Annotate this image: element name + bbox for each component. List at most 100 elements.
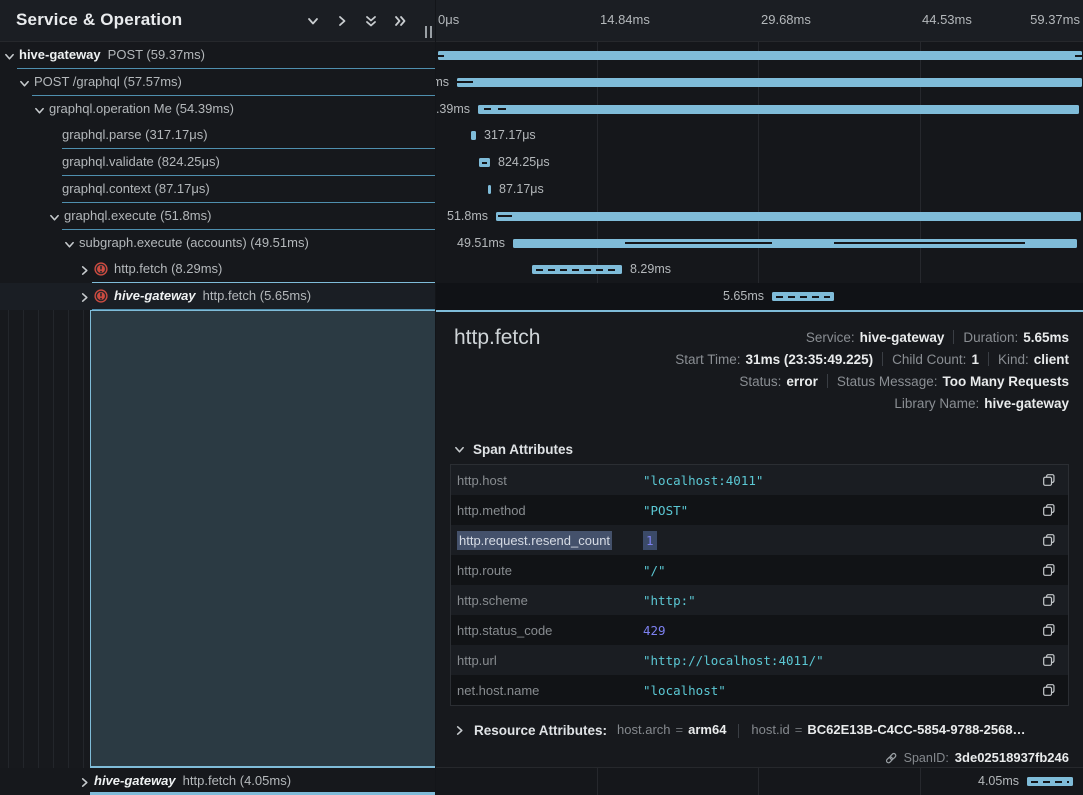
meta-value: hive-gateway (984, 396, 1069, 411)
attribute-row[interactable]: http.status_code429 (451, 615, 1068, 645)
attribute-key: http.url (457, 653, 643, 668)
attribute-row[interactable]: http.url"http://localhost:4011/" (451, 645, 1068, 675)
copy-icon[interactable] (1036, 527, 1062, 553)
span-tree-row[interactable]: hive-gatewayPOST (59.37ms) (0, 42, 435, 69)
attribute-key-text: http.host (457, 473, 507, 488)
span-tree-row[interactable]: graphql.validate (824.25μs) (0, 149, 435, 176)
span-duration-bar[interactable] (471, 131, 476, 140)
chevron-down-icon[interactable] (306, 14, 320, 28)
span-tree-row[interactable]: graphql.execute (51.8ms) (0, 203, 435, 230)
attribute-key-text: http.method (457, 503, 526, 518)
span-tree-row[interactable]: POST /graphql (57.57ms) (0, 69, 435, 96)
child-span-marker (498, 108, 506, 110)
meta-label: Library Name: (894, 396, 979, 411)
span-duration-bar[interactable] (532, 265, 622, 274)
span-meta-line: Library Name: hive-gateway (894, 392, 1069, 414)
meta-label: Kind: (998, 352, 1029, 367)
attribute-key: http.status_code (457, 623, 643, 638)
copy-icon[interactable] (1036, 617, 1062, 643)
copy-icon[interactable] (1036, 647, 1062, 673)
copy-icon[interactable] (1036, 467, 1062, 493)
error-icon (94, 286, 108, 300)
span-tree-row[interactable]: graphql.context (87.17μs) (0, 176, 435, 203)
span-id-row: SpanID: 3de02518937fb246 (884, 750, 1069, 765)
span-duration-bar[interactable] (479, 158, 490, 167)
double-chevron-down-icon[interactable] (364, 14, 378, 28)
attribute-row[interactable]: http.method "POST" (451, 495, 1068, 525)
attribute-key: net.host.name (457, 683, 643, 698)
attribute-row[interactable]: net.host.name"localhost" (451, 675, 1068, 705)
attribute-value-text: 429 (643, 623, 666, 638)
span-tree-row[interactable]: graphql.operation Me (54.39ms) (0, 96, 435, 123)
timeline-row: 51.8ms (436, 203, 1083, 230)
attribute-key: http.method (457, 503, 643, 518)
footer-row-underline (90, 792, 435, 794)
operation-label: http.fetch (4.05ms) (183, 773, 291, 788)
meta-label: Status: (739, 374, 781, 389)
attribute-row[interactable]: http.route"/" (451, 555, 1068, 585)
span-row-label: graphql.operation Me (54.39ms) (49, 96, 234, 122)
chevron-down-icon[interactable] (64, 238, 75, 249)
span-tree-row[interactable]: http.fetch (8.29ms) (0, 256, 435, 283)
span-tree-row[interactable]: subgraph.execute (accounts) (49.51ms) (0, 230, 435, 257)
chevron-right-icon[interactable] (79, 776, 90, 787)
timeline-row: 317.17μs (436, 122, 1083, 149)
span-duration-bar[interactable] (478, 105, 1079, 114)
divider (827, 374, 828, 388)
duration-label: 5.65ms (723, 283, 764, 310)
meta-value: client (1034, 352, 1069, 367)
attribute-row[interactable]: http.request.resend_count1 (451, 525, 1068, 555)
chevron-down-icon (454, 444, 465, 455)
span-duration-bar[interactable] (488, 185, 491, 194)
equals-sign: = (795, 722, 803, 737)
panel-resize-handle[interactable] (424, 26, 433, 38)
attribute-value: 429 (643, 623, 1036, 638)
timeline-row: 4.05ms (436, 768, 1083, 795)
span-duration-bar[interactable] (772, 292, 834, 301)
copy-icon[interactable] (1036, 557, 1062, 583)
span-attributes-header[interactable]: Span Attributes (454, 442, 573, 457)
meta-value: Too Many Requests (942, 374, 1069, 389)
span-row-label: hive-gatewayPOST (59.37ms) (19, 42, 205, 68)
span-duration-bar[interactable] (438, 51, 1082, 60)
attribute-key: http.scheme (457, 593, 643, 608)
operation-label: POST (59.37ms) (108, 47, 205, 62)
chevron-down-icon[interactable] (49, 211, 60, 222)
chevron-right-icon[interactable] (79, 264, 90, 275)
copy-icon[interactable] (1036, 497, 1062, 523)
duration-label: 51.8ms (447, 203, 488, 230)
span-row-label: graphql.parse (317.17μs) (62, 122, 208, 148)
link-icon[interactable] (884, 751, 898, 765)
span-tree-row[interactable]: hive-gatewayhttp.fetch (5.65ms) (0, 283, 435, 310)
timeline-row (436, 42, 1083, 69)
chevron-right-icon[interactable] (335, 14, 349, 28)
copy-icon[interactable] (1036, 587, 1062, 613)
attribute-value: "POST" (643, 503, 1036, 518)
divider (738, 724, 739, 738)
copy-icon[interactable] (1036, 677, 1062, 703)
span-duration-bar[interactable] (496, 212, 1081, 221)
span-row-label: hive-gatewayhttp.fetch (4.05ms) (94, 768, 291, 794)
span-tree-row[interactable]: graphql.parse (317.17μs) (0, 122, 435, 149)
child-span-marker (625, 242, 772, 244)
duration-label: 4.05ms (978, 768, 1019, 795)
attribute-row[interactable]: http.host"localhost:4011" (451, 465, 1068, 495)
span-duration-bar[interactable] (457, 78, 1082, 87)
span-tree-row[interactable]: hive-gatewayhttp.fetch (4.05ms) (0, 768, 435, 795)
axis-tick-label: 59.37ms (1030, 12, 1080, 27)
double-chevron-right-icon[interactable] (393, 14, 407, 28)
panel-title: Service & Operation (16, 10, 182, 30)
chevron-right-icon[interactable] (79, 291, 90, 302)
attribute-key-text: http.url (457, 653, 497, 668)
resource-attributes-row[interactable]: Resource Attributes: host.arch=arm64host… (454, 718, 1026, 742)
child-span-marker (484, 108, 491, 110)
timeline-row: 5.65ms (436, 283, 1083, 310)
timeline-row: 824.25μs (436, 149, 1083, 176)
chevron-down-icon[interactable] (34, 104, 45, 115)
child-span-markers (536, 269, 618, 271)
chevron-down-icon[interactable] (19, 77, 30, 88)
span-duration-bar[interactable] (1027, 777, 1073, 786)
attribute-row[interactable]: http.scheme"http:" (451, 585, 1068, 615)
span-duration-bar[interactable] (513, 239, 1077, 248)
chevron-down-icon[interactable] (4, 50, 15, 61)
